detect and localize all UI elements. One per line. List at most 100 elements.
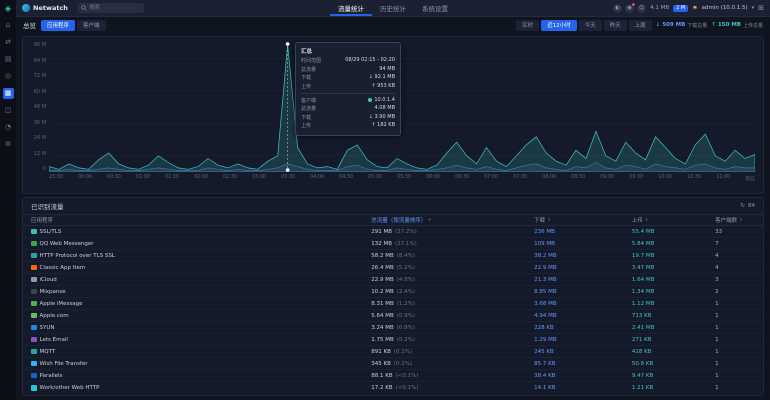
- y-axis-tick: 84 M: [34, 58, 46, 64]
- app-name: HTTP Protocol over TLS SSL: [40, 253, 115, 259]
- download-cell: 38.2 MB: [534, 253, 632, 259]
- rate-badge: 2 M: [673, 5, 688, 12]
- table-row[interactable]: SYUN3.24 MB(0.8%)228 KB2.41 MB1: [23, 322, 763, 334]
- app-name-cell: HTTP Protocol over TLS SSL: [31, 253, 371, 259]
- x-axis-tick: 03:00: [252, 175, 266, 182]
- top-header: Netwatch 流量统计历史统计系统设置 ◐◉☺ 4.1 MB 2 M ⚑ a…: [16, 0, 770, 17]
- apps-grid-icon[interactable]: ⊞: [758, 4, 764, 12]
- notifications-icon[interactable]: ◉: [625, 4, 634, 13]
- upload-cell: 50.8 KB: [632, 361, 715, 367]
- total-traffic-cell: 58.2 MB(8.4%): [371, 253, 534, 259]
- total-percent: (0.2%): [397, 337, 415, 343]
- table-row[interactable]: MQTT891 KB(0.1%)245 KB418 KB1: [23, 346, 763, 358]
- upload-cell: 2.41 MB: [632, 325, 715, 331]
- x-axis-tick: 10:30: [687, 175, 701, 182]
- column-label: 总流量（按流量排序）: [371, 216, 426, 224]
- download-cell: 109 MB: [534, 241, 632, 247]
- x-axis: 23:3000:0000:3001:0001:3002:0002:3003:00…: [49, 172, 755, 182]
- x-axis-tick: 06:30: [455, 175, 469, 182]
- download-cell: 1.29 MB: [534, 337, 632, 343]
- view-toggle-客户端[interactable]: 客户端: [77, 20, 106, 31]
- clients-cell: 1: [715, 301, 755, 307]
- clients-cell: 1: [715, 313, 755, 319]
- app-name-cell: Lets Email: [31, 337, 371, 343]
- column-header-1[interactable]: 总流量（按流量排序）▾: [371, 216, 534, 224]
- chart-plot-area[interactable]: [49, 42, 755, 172]
- total-percent: (<0.1%): [396, 373, 419, 379]
- refresh-icon[interactable]: ↻: [740, 203, 745, 209]
- table-row[interactable]: Apple.com5.64 MB(0.9%)4.94 MB713 KB1: [23, 310, 763, 322]
- table-row[interactable]: SSL/TLS291 MB(37.2%)236 MB55.4 MB33: [23, 226, 763, 238]
- range-近12小时[interactable]: 近12小时: [541, 20, 577, 31]
- clients-cell: 7: [715, 241, 755, 247]
- app-icon: [31, 229, 37, 235]
- x-axis-tick: 09:30: [629, 175, 643, 182]
- x-axis-tick: 01:30: [165, 175, 179, 182]
- clients-cell: 1: [715, 373, 755, 379]
- traffic-area-chart[interactable]: [49, 42, 755, 172]
- column-header-4[interactable]: 客户端数↕: [715, 216, 755, 224]
- flows-icon[interactable]: ▦: [3, 88, 14, 99]
- tab-流量统计[interactable]: 流量统计: [330, 0, 372, 16]
- tooltip-down-value: ↓ 92.1 MB: [369, 74, 395, 81]
- tooltip-up-value: ↑ 953 KB: [371, 83, 395, 90]
- tab-系统设置[interactable]: 系统设置: [414, 0, 456, 16]
- app-name-cell: Parallels: [31, 373, 371, 379]
- theme-icon[interactable]: ◐: [613, 4, 622, 13]
- table-row[interactable]: Lets Email1.75 MB(0.2%)1.29 MB271 KB1: [23, 334, 763, 346]
- chevron-down-icon[interactable]: ▾: [752, 5, 755, 11]
- table-row[interactable]: QQ Web Messenger132 MB(27.1%)109 MB5.84 …: [23, 238, 763, 250]
- column-header-0[interactable]: 应用程序: [31, 216, 371, 224]
- y-axis-tick: 0: [43, 166, 46, 172]
- download-cell: 245 KB: [534, 349, 632, 355]
- range-上周[interactable]: 上周: [629, 20, 652, 31]
- hosts-icon[interactable]: ▤: [3, 54, 14, 65]
- app-name: Wish File Transfer: [40, 361, 88, 367]
- range-昨天[interactable]: 昨天: [604, 20, 627, 31]
- tab-历史统计[interactable]: 历史统计: [372, 0, 414, 16]
- download-cell: 21.3 MB: [534, 277, 632, 283]
- user-menu[interactable]: admin (10.0.1.5): [702, 5, 748, 11]
- column-header-3[interactable]: 上传↕: [632, 216, 715, 224]
- range-今天[interactable]: 今天: [579, 20, 602, 31]
- table-row[interactable]: iCloud22.9 MB(4.8%)21.3 MB1.64 MB3: [23, 274, 763, 286]
- table-row[interactable]: Work/other Web HTTP17.2 KB(<0.1%)14.1 KB…: [23, 382, 763, 394]
- upload-cell: 271 KB: [632, 337, 715, 343]
- view-toggle-应用程序[interactable]: 应用程序: [41, 20, 75, 31]
- app-icon: [31, 289, 37, 295]
- traffic-icon[interactable]: ⇄: [3, 37, 14, 48]
- download-total-value: 509 MB: [662, 22, 685, 28]
- avatar-icon[interactable]: ☺: [637, 4, 646, 13]
- alerts-icon[interactable]: ◔: [3, 122, 14, 133]
- app-name: QQ Web Messenger: [40, 241, 94, 247]
- clients-cell: 33: [715, 229, 755, 235]
- x-axis-tick: 04:30: [339, 175, 353, 182]
- table-row[interactable]: Classic App Item26.4 MB(5.2%)22.9 MB3.47…: [23, 262, 763, 274]
- table-row[interactable]: Mixpanse10.2 MB(2.4%)8.85 MB1.34 MB2: [23, 286, 763, 298]
- table-row[interactable]: Apple iMessage8.31 MB(1.2%)3.68 MB1.12 M…: [23, 298, 763, 310]
- table-row[interactable]: Parallels88.1 KB(<0.1%)38.4 KB9.47 KB1: [23, 370, 763, 382]
- monitor-icon[interactable]: ◎: [3, 71, 14, 82]
- download-cell: 228 KB: [534, 325, 632, 331]
- settings-icon[interactable]: ⚙: [3, 139, 14, 150]
- dashboard-icon[interactable]: ⌂: [3, 20, 14, 31]
- tooltip-title: 汇总: [301, 47, 395, 55]
- app-name: Parallels: [40, 373, 63, 379]
- column-header-2[interactable]: 下载↕: [534, 216, 632, 224]
- toolbar-right: 实时近12小时今天昨天上周 ↓ 509 MB 下载总量 ↑ 150 MB 上传总…: [516, 20, 763, 31]
- search-box: [78, 3, 144, 13]
- refresh-control[interactable]: ↻ 84: [740, 203, 755, 209]
- app-name-cell: Classic App Item: [31, 265, 371, 271]
- total-percent: (0.1%): [394, 349, 412, 355]
- app-icon: [31, 301, 37, 307]
- total-value: 26.4 MB: [371, 265, 394, 271]
- column-label: 应用程序: [31, 216, 53, 224]
- reports-icon[interactable]: ◫: [3, 105, 14, 116]
- app-name: SYUN: [40, 325, 55, 331]
- app-icon: [31, 253, 37, 259]
- range-实时[interactable]: 实时: [516, 20, 539, 31]
- table-row[interactable]: Wish File Transfer345 KB(0.1%)85.7 KB50.…: [23, 358, 763, 370]
- search-input[interactable]: [78, 3, 144, 13]
- download-cell: 85.7 KB: [534, 361, 632, 367]
- table-row[interactable]: HTTP Protocol over TLS SSL 58.2 MB(8.4%)3…: [23, 250, 763, 262]
